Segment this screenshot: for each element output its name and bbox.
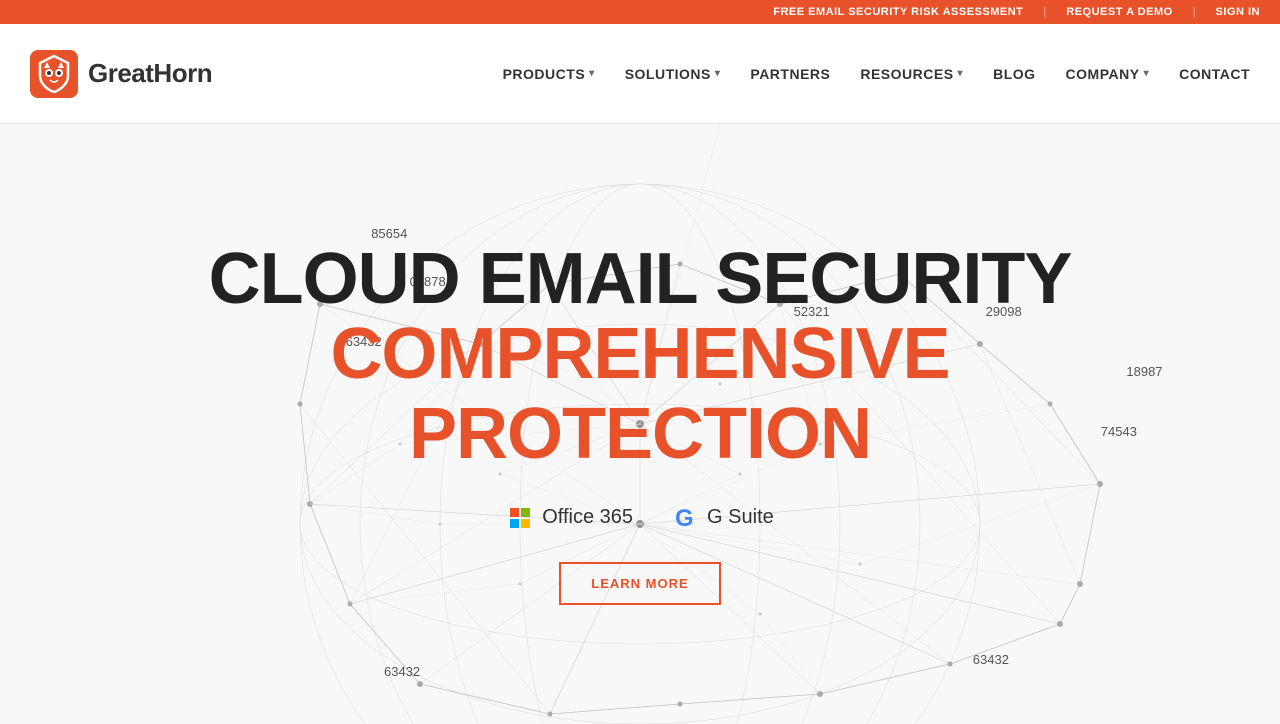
float-num-7: 74543 bbox=[1101, 424, 1137, 439]
hero-title-1: CLOUD EMAIL SECURITY bbox=[209, 243, 1072, 315]
learn-more-button[interactable]: LEARN MORE bbox=[559, 562, 720, 605]
nav-item-blog[interactable]: BLOG bbox=[993, 66, 1035, 82]
nav-item-company[interactable]: COMPANY▾ bbox=[1066, 66, 1150, 82]
hero-badges: Office 365 G G Suite bbox=[506, 504, 774, 532]
request-demo-link[interactable]: REQUEST A DEMO bbox=[1066, 6, 1172, 18]
float-num-8: 63432 bbox=[973, 652, 1009, 667]
hero-section: 85654 07878 63432 52321 29098 18987 7454… bbox=[0, 124, 1280, 724]
float-num-9: 63432 bbox=[384, 664, 420, 679]
nav-item-resources[interactable]: RESOURCES▾ bbox=[860, 66, 963, 82]
badge-office365: Office 365 bbox=[506, 504, 633, 532]
hero-title-2: COMPREHENSIVE PROTECTION bbox=[330, 315, 949, 473]
nav-item-solutions[interactable]: SOLUTIONS▾ bbox=[625, 66, 721, 82]
office365-icon bbox=[506, 504, 534, 532]
nav-item-products[interactable]: PRODUCTS▾ bbox=[503, 66, 595, 82]
nav-item-contact[interactable]: CONTACT bbox=[1179, 66, 1250, 82]
logo[interactable]: GreatHorn bbox=[30, 50, 212, 98]
svg-text:G: G bbox=[675, 505, 694, 532]
hero-content: CLOUD EMAIL SECURITY COMPREHENSIVE PROTE… bbox=[209, 243, 1072, 604]
nav-item-partners[interactable]: PARTNERS bbox=[750, 66, 830, 82]
free-assessment-link[interactable]: FREE EMAIL SECURITY RISK ASSESSMENT bbox=[773, 6, 1023, 18]
logo-icon bbox=[30, 50, 78, 98]
float-num-6: 18987 bbox=[1126, 364, 1162, 379]
logo-text: GreatHorn bbox=[88, 58, 212, 89]
top-bar: FREE EMAIL SECURITY RISK ASSESSMENT | RE… bbox=[0, 0, 1280, 24]
nav-links: PRODUCTS▾ SOLUTIONS▾ PARTNERS RESOURCES▾… bbox=[503, 66, 1250, 82]
navbar: GreatHorn PRODUCTS▾ SOLUTIONS▾ PARTNERS … bbox=[0, 24, 1280, 124]
sign-in-link[interactable]: SIGN IN bbox=[1216, 6, 1260, 18]
gsuite-icon: G bbox=[673, 504, 701, 532]
badge-gsuite: G G Suite bbox=[673, 504, 774, 532]
